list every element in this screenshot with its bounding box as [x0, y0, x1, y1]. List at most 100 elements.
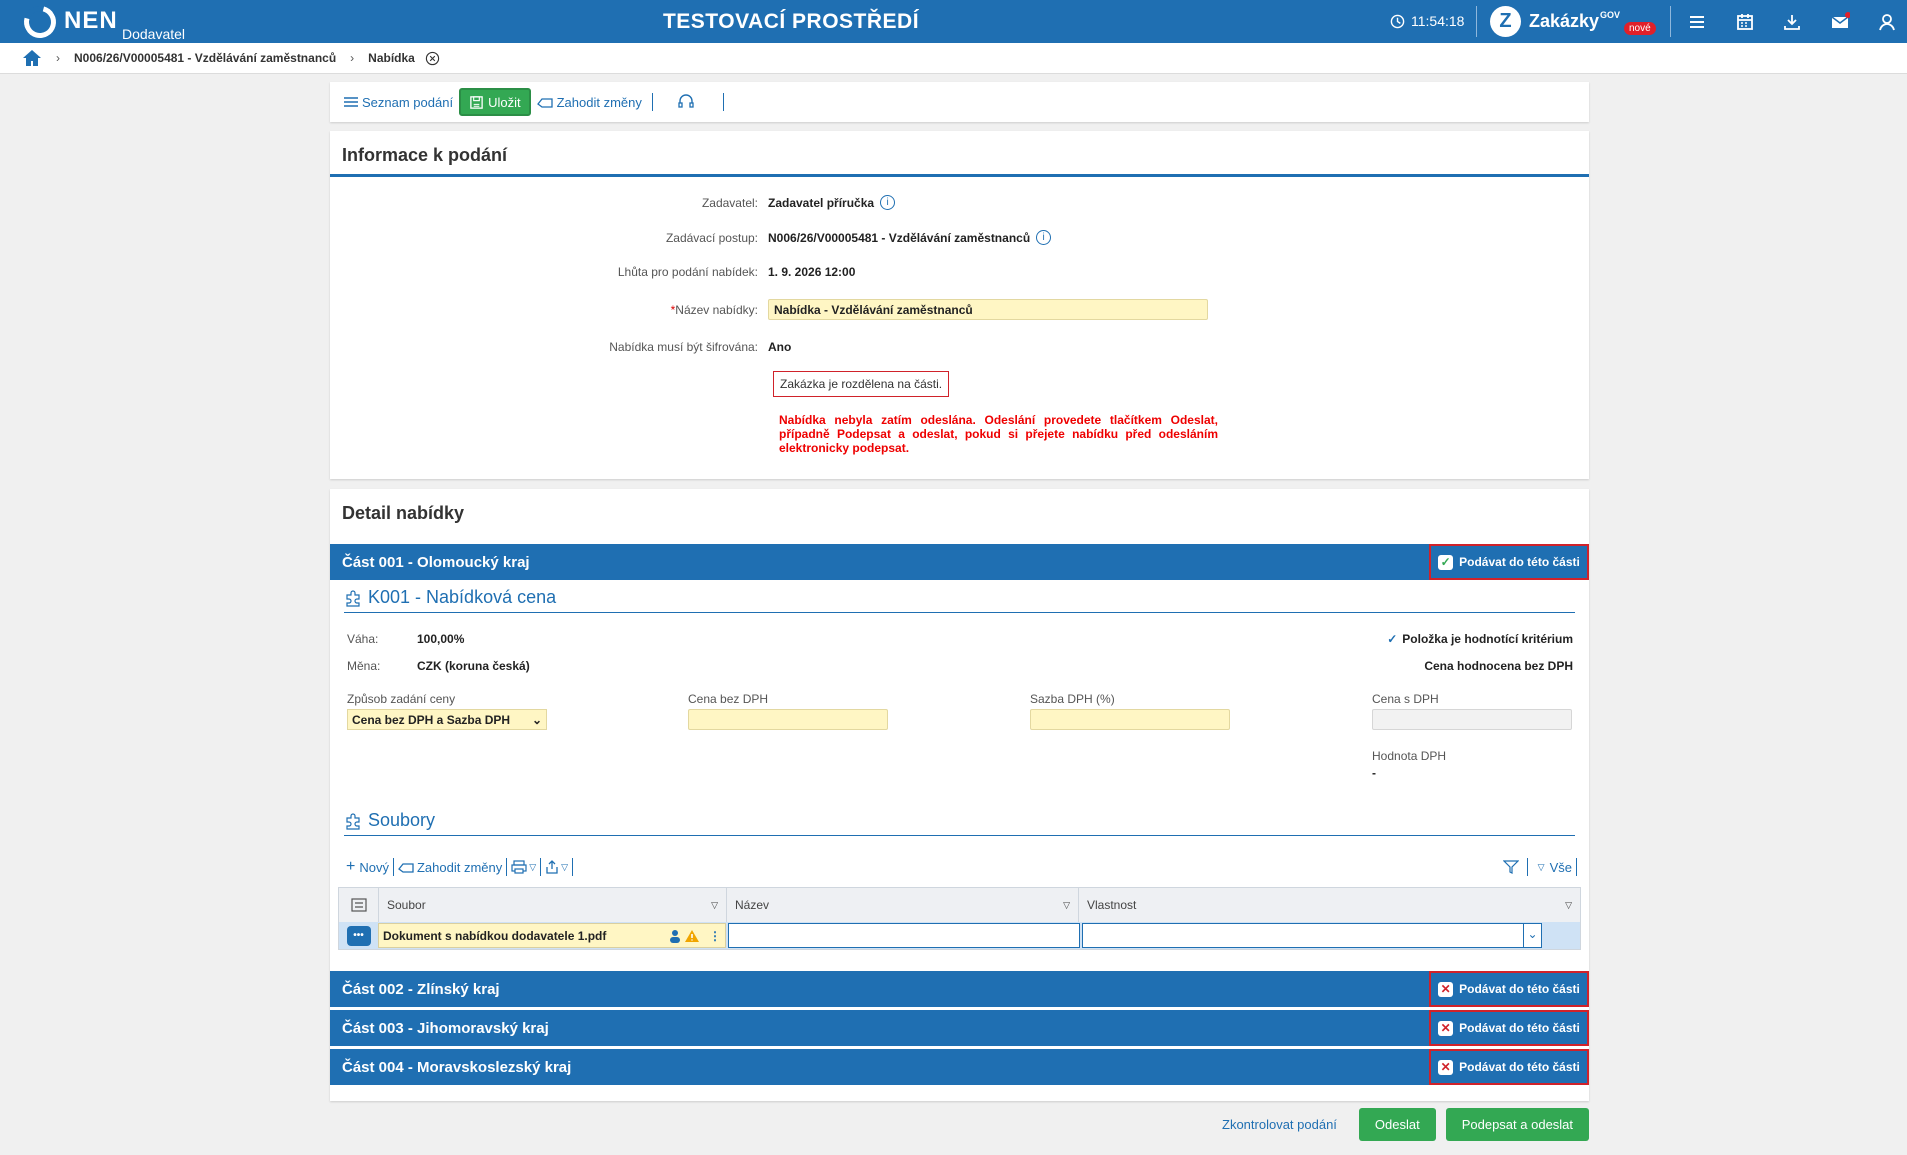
- files-grid: Soubor ▽ Název ▽ Vlastnost ▽ ••• Dokumen…: [338, 887, 1581, 950]
- part-001-header[interactable]: Část 001 - Olomoucký kraj ✓ Podávat do t…: [330, 544, 1589, 580]
- info-icon[interactable]: i: [880, 195, 896, 210]
- portal-gov: GOV: [1600, 10, 1621, 20]
- toolbar-divider: [540, 858, 542, 876]
- mena-row: Měna: CZK (koruna česká): [347, 659, 530, 673]
- filter-caret-icon: ▽: [1537, 861, 1545, 872]
- support-button[interactable]: [671, 88, 701, 116]
- new-file-button[interactable]: Nový: [359, 860, 389, 875]
- download-icon[interactable]: [1782, 12, 1802, 32]
- submit-to-part-label: Podávat do této části: [1459, 982, 1580, 996]
- mena-value: CZK (koruna česká): [417, 659, 530, 673]
- sort-caret-icon[interactable]: ▽: [1565, 900, 1572, 911]
- grid-header: Soubor ▽ Název ▽ Vlastnost ▽: [339, 888, 1580, 922]
- environment-title: TESTOVACÍ PROSTŘEDÍ: [662, 10, 920, 33]
- vat-rate-input[interactable]: [1030, 709, 1230, 730]
- person-icon: [670, 929, 680, 943]
- checkbox-unchecked-icon: ✕: [1438, 981, 1454, 997]
- table-row[interactable]: ••• Dokument s nabídkou dodavatele 1.pdf…: [339, 922, 1580, 949]
- files-name: Soubory: [368, 810, 436, 830]
- file-name: Dokument s nabídkou dodavatele 1.pdf: [383, 928, 607, 943]
- row-actions-button[interactable]: •••: [339, 925, 378, 946]
- sifr-value: Ano: [768, 340, 792, 354]
- save-label: Uložit: [488, 94, 521, 110]
- export-icon[interactable]: [545, 860, 559, 874]
- submit-to-part-checkbox[interactable]: ✕ Podávat do této části: [1429, 971, 1589, 1007]
- breadcrumb: › N006/26/V00005481 - Vzdělávání zaměstn…: [0, 43, 1907, 74]
- warning-row: Nabídka nebyla zatím odeslána. Odeslání …: [779, 413, 1218, 455]
- submission-list-button[interactable]: Seznam podání: [338, 88, 459, 116]
- price-without-vat-input[interactable]: [688, 709, 888, 730]
- user-icon[interactable]: [1877, 12, 1897, 32]
- file-title-input[interactable]: [728, 923, 1080, 948]
- dropdown-caret-icon[interactable]: ▽: [561, 862, 568, 873]
- submit-to-part-checkbox[interactable]: ✓ Podávat do této části: [1429, 544, 1589, 580]
- submit-to-part-checkbox[interactable]: ✕ Podávat do této části: [1429, 1010, 1589, 1046]
- kebab-menu-icon[interactable]: ⋮: [709, 929, 721, 943]
- sort-caret-icon[interactable]: ▽: [711, 900, 718, 911]
- discard-label: Zahodit změny: [556, 94, 642, 110]
- zadavatel-row: Zadavatel: Zadavatel příručka i: [330, 195, 896, 210]
- price-with-vat-input: [1372, 709, 1572, 730]
- send-button[interactable]: Odeslat: [1358, 1108, 1436, 1141]
- file-property-select[interactable]: ⌄: [1082, 923, 1542, 948]
- column-soubor[interactable]: Soubor ▽: [378, 888, 726, 922]
- column-settings-icon[interactable]: [339, 898, 378, 912]
- hodnotici-row: ✓ Položka je hodnotící kritérium: [1387, 632, 1573, 646]
- hodnota-value: -: [1372, 766, 1376, 780]
- toolbar-divider: [722, 93, 724, 111]
- breadcrumb-item-current: Nabídka: [368, 51, 415, 65]
- checkbox-checked-icon: ✓: [1438, 554, 1454, 570]
- hodnota-field: Hodnota DPH -: [1372, 749, 1446, 780]
- discard-files-button[interactable]: Zahodit změny: [417, 860, 502, 875]
- column-vlastnost[interactable]: Vlastnost ▽: [1078, 888, 1580, 922]
- toolbar-divider: [651, 93, 653, 111]
- files-filter-tools: ▽ Vše: [1502, 858, 1581, 876]
- files-toolbar: + Nový Zahodit změny ▽ ▽: [346, 858, 577, 876]
- vaha-label: Váha:: [347, 632, 379, 646]
- part-003-header[interactable]: Část 003 - Jihomoravský kraj ✕ Podávat d…: [330, 1010, 1589, 1046]
- dropdown-caret-icon[interactable]: ▽: [529, 862, 536, 873]
- vaha-row: Váha: 100,00%: [347, 632, 464, 646]
- puzzle-icon: [346, 812, 360, 830]
- postup-value: N006/26/V00005481 - Vzdělávání zaměstnan…: [768, 230, 1031, 245]
- sazba-label: Sazba DPH (%): [1030, 692, 1115, 706]
- show-all-button[interactable]: Vše: [1550, 860, 1572, 875]
- file-cell[interactable]: Dokument s nabídkou dodavatele 1.pdf ⋮: [378, 923, 726, 948]
- print-icon[interactable]: [511, 860, 527, 874]
- discard-changes-button[interactable]: Zahodit změny: [531, 88, 648, 116]
- zakazky-gov-link[interactable]: Z Zakázky GOV nové: [1490, 6, 1656, 37]
- info-icon[interactable]: i: [1036, 230, 1052, 245]
- sign-and-send-button[interactable]: Podepsat a odeslat: [1445, 1108, 1590, 1141]
- breadcrumb-item-procedure[interactable]: N006/26/V00005481 - Vzdělávání zaměstnan…: [74, 51, 336, 65]
- parts-note-row: Zakázka je rozdělena na části.: [773, 371, 950, 397]
- part-004-header[interactable]: Část 004 - Moravskoslezský kraj ✕ Podáva…: [330, 1049, 1589, 1085]
- sifr-row: Nabídka musí být šifrována: Ano: [330, 340, 791, 354]
- lhuta-label: Lhůta pro podání nabídek:: [617, 265, 758, 279]
- footer-actions: Zkontrolovat podání Odeslat Podepsat a o…: [1222, 1108, 1590, 1141]
- sort-caret-icon[interactable]: ▽: [1063, 900, 1070, 911]
- files-title: Soubory: [344, 810, 1575, 836]
- mail-icon[interactable]: [1830, 12, 1850, 32]
- part-002-header[interactable]: Část 002 - Zlínský kraj ✕ Podávat do tét…: [330, 971, 1589, 1007]
- calendar-icon[interactable]: [1735, 12, 1755, 32]
- submission-info-panel: Informace k podání Zadavatel: Zadavatel …: [330, 131, 1589, 479]
- parts-note: Zakázka je rozdělena na části.: [773, 371, 950, 397]
- check-submission-link[interactable]: Zkontrolovat podání: [1222, 1117, 1337, 1132]
- save-icon: [470, 95, 483, 109]
- submit-to-part-label: Podávat do této části: [1459, 1021, 1580, 1035]
- close-tab-icon[interactable]: [425, 51, 440, 66]
- save-button[interactable]: Uložit: [459, 88, 531, 116]
- chevron-down-icon[interactable]: ⌄: [1523, 924, 1541, 947]
- lhuta-value: 1. 9. 2026 12:00: [768, 265, 856, 279]
- home-icon[interactable]: [22, 49, 42, 67]
- menu-icon[interactable]: [1687, 12, 1707, 32]
- column-nazev[interactable]: Název ▽: [726, 888, 1078, 922]
- submit-to-part-checkbox[interactable]: ✕ Podávat do této části: [1429, 1049, 1589, 1085]
- toolbar-divider: [1576, 858, 1577, 876]
- filter-icon[interactable]: [1502, 860, 1519, 874]
- puzzle-icon: [346, 589, 360, 607]
- column-label: Název: [735, 898, 770, 912]
- offer-name-input[interactable]: Nabídka - Vzdělávání zaměstnanců: [768, 299, 1208, 320]
- divider: [1670, 6, 1671, 37]
- price-mode-select[interactable]: Cena bez DPH a Sazba DPH ⌄: [347, 709, 547, 730]
